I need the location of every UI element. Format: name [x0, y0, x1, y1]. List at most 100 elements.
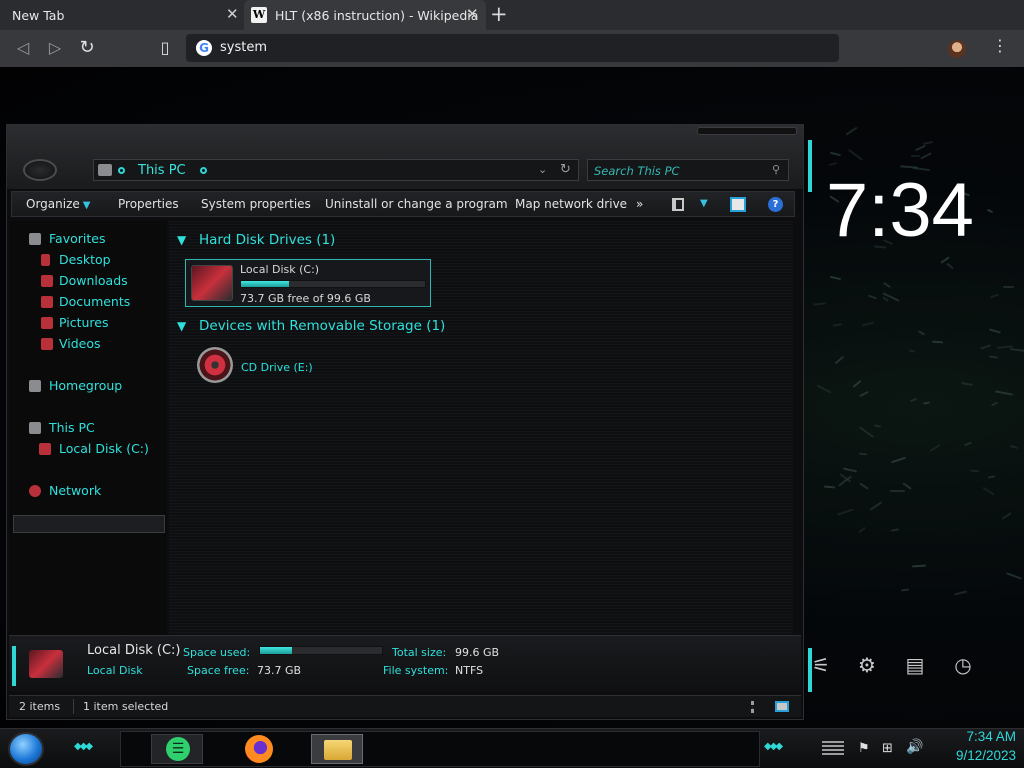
cd-drive-name[interactable]: CD Drive (E:): [241, 361, 313, 374]
organize-button[interactable]: Organize ▼: [26, 197, 90, 211]
wallpaper-streak: [960, 382, 974, 387]
history-icon[interactable]: ◷: [950, 652, 976, 678]
wallpaper-streak: [882, 282, 891, 289]
wallpaper-streak: [858, 426, 874, 439]
wallpaper-streak: [816, 384, 832, 394]
wallpaper-streak: [832, 323, 842, 327]
forward-button[interactable]: ▷: [42, 36, 68, 60]
wallpaper-streak: [890, 527, 900, 532]
chevron-down-icon[interactable]: ⌄: [538, 163, 547, 176]
start-button[interactable]: [8, 732, 44, 766]
wallpaper-streak: [828, 161, 837, 166]
uninstall-button[interactable]: Uninstall or change a program: [325, 197, 508, 211]
bookmark-icon[interactable]: ▤: [902, 652, 928, 678]
tab-wikipedia[interactable]: W HLT (x86 instruction) - Wikipedia ✕: [244, 0, 486, 30]
local-disk-tile[interactable]: Local Disk (C:) 73.7 GB free of 99.6 GB: [185, 259, 431, 307]
nav-pictures[interactable]: Pictures: [59, 315, 109, 330]
star-icon: [29, 233, 41, 245]
videos-icon: [41, 338, 53, 350]
tiles-view-icon[interactable]: [775, 701, 789, 712]
wallpaper-streak: [932, 340, 943, 344]
wallpaper-streak: [862, 321, 875, 327]
nav-this-pc-highlight[interactable]: [13, 515, 165, 533]
details-pane: Local Disk (C:) Local Disk Space used: S…: [9, 635, 801, 691]
content-pane: ▼ Hard Disk Drives (1) Local Disk (C:) 7…: [169, 221, 793, 635]
wallpaper-streak: [845, 126, 858, 136]
command-bar: Organize ▼ Properties System properties U…: [11, 191, 795, 217]
wallpaper-streak: [1003, 285, 1015, 289]
show-desktop-icon[interactable]: [822, 741, 844, 755]
nav-downloads[interactable]: Downloads: [59, 273, 128, 288]
taskbar-firefox[interactable]: [233, 734, 285, 764]
nav-network[interactable]: Network: [49, 483, 101, 498]
properties-button[interactable]: Properties: [118, 197, 179, 211]
nav-local-disk[interactable]: Local Disk (C:): [59, 441, 149, 456]
map-drive-button[interactable]: Map network drive: [515, 197, 627, 211]
wallpaper-streak: [842, 467, 858, 473]
wallpaper-streak: [990, 401, 998, 407]
nav-documents[interactable]: Documents: [59, 294, 130, 309]
tab-new-tab[interactable]: New Tab ✕: [0, 0, 244, 30]
navigation-pane: Favorites Desktop Downloads Documents Pi…: [9, 221, 167, 635]
view-icon[interactable]: [672, 198, 684, 211]
close-icon[interactable]: ✕: [226, 5, 239, 23]
nav-videos[interactable]: Videos: [59, 336, 101, 351]
group-removable[interactable]: Devices with Removable Storage (1): [199, 318, 445, 334]
group-hard-disks[interactable]: Hard Disk Drives (1): [199, 232, 335, 248]
wallpaper-streak: [917, 330, 926, 337]
profile-avatar[interactable]: [948, 40, 966, 58]
screen: New Tab ✕ W HLT (x86 instruction) - Wiki…: [0, 0, 1024, 768]
taskbar-file-explorer[interactable]: [311, 734, 363, 764]
nav-desktop[interactable]: Desktop: [59, 252, 111, 267]
breadcrumb[interactable]: This PC: [138, 163, 186, 178]
nav-homegroup[interactable]: Homegroup: [49, 378, 122, 393]
action-center-flag-icon[interactable]: ⚑: [858, 741, 870, 756]
cd-drive-icon[interactable]: [197, 347, 233, 383]
address-bar[interactable]: G system: [186, 34, 839, 62]
status-divider: [73, 699, 74, 714]
volume-icon[interactable]: 🔊: [906, 739, 923, 755]
space-used-bar: [259, 646, 383, 655]
nav-this-pc[interactable]: This PC: [49, 420, 95, 435]
back-forward-orb[interactable]: [23, 159, 57, 181]
more-commands-button[interactable]: »: [636, 197, 643, 211]
wallpaper-streak: [829, 275, 841, 280]
taskbar-time[interactable]: 7:34 AM: [928, 729, 1016, 744]
drive-free-space: 73.7 GB free of 99.6 GB: [240, 292, 371, 305]
system-properties-button[interactable]: System properties: [201, 197, 311, 211]
browser-toolbar: ◁ ▷ ↻ ▯ G system ⋮: [0, 30, 1024, 67]
search-input[interactable]: Search This PC ⚲: [587, 159, 789, 181]
wallpaper-streak: [982, 487, 994, 496]
search-icon[interactable]: ⚲: [772, 163, 780, 176]
wallpaper-streak: [858, 526, 866, 533]
address-text[interactable]: system: [220, 40, 267, 55]
preview-pane-icon[interactable]: [730, 197, 746, 212]
wallpaper-streak: [1010, 348, 1024, 352]
close-icon[interactable]: ✕: [466, 5, 479, 23]
status-bar: 2 items 1 item selected: [9, 695, 801, 717]
bookmark-button[interactable]: ▯: [152, 36, 178, 60]
wallpaper-streak: [824, 485, 836, 489]
chevron-down-icon[interactable]: ▼: [177, 319, 186, 333]
file-system-label: File system:: [383, 664, 449, 677]
details-view-icon[interactable]: [751, 701, 761, 713]
caret-down-icon[interactable]: ▼: [700, 198, 708, 209]
network-icon[interactable]: ⊞: [882, 741, 893, 756]
gear-icon[interactable]: ⚙: [854, 652, 880, 678]
taskbar-date[interactable]: 9/12/2023: [928, 748, 1016, 763]
nav-favorites[interactable]: Favorites: [49, 231, 105, 246]
wallpaper-streak: [829, 151, 842, 157]
help-icon[interactable]: ?: [768, 197, 783, 212]
reload-button[interactable]: ↻: [74, 36, 100, 60]
taskbar-notes-app[interactable]: ☰: [151, 734, 203, 764]
taskbar-app-well: ☰: [120, 731, 760, 767]
browser-menu-button[interactable]: ⋮: [992, 36, 1008, 55]
wallpaper-streak: [988, 355, 998, 359]
new-tab-button[interactable]: +: [490, 3, 508, 25]
refresh-icon[interactable]: ↻: [560, 162, 571, 177]
wallpaper-streak: [940, 255, 950, 264]
back-button[interactable]: ◁: [10, 36, 36, 60]
explorer-address-bar[interactable]: This PC ⌄ ↻: [93, 159, 579, 181]
chevron-down-icon[interactable]: ▼: [177, 233, 186, 247]
wallpaper-streak: [869, 501, 883, 511]
